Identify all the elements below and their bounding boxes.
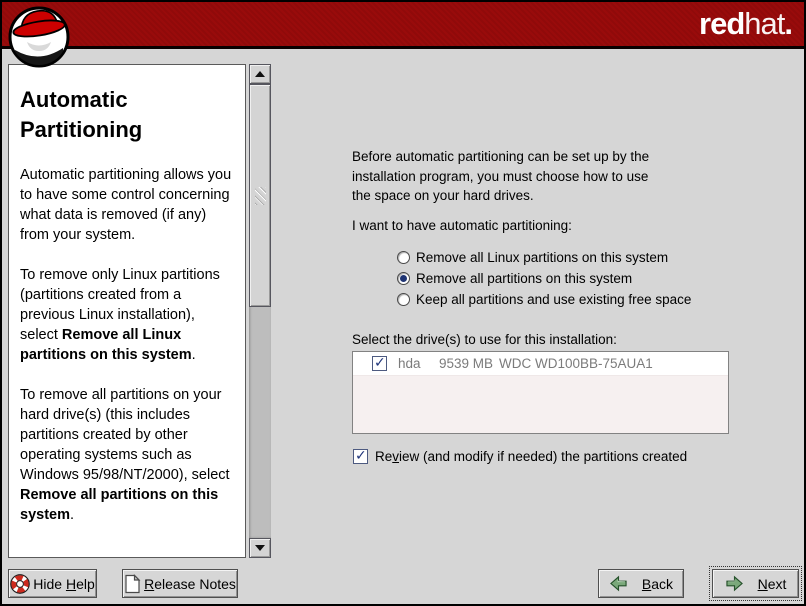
partitioning-prompt: I want to have automatic partitioning: xyxy=(352,218,572,233)
radio-remove-all-partitions[interactable]: Remove all partitions on this system xyxy=(397,268,691,289)
intro-text: Before automatic partitioning can be set… xyxy=(352,147,649,206)
radio-button[interactable] xyxy=(397,272,410,285)
drive-model: WDC WD100BB-75AUA1 xyxy=(499,356,653,371)
help-paragraph-3: To remove all partitions on your hard dr… xyxy=(20,385,235,525)
drive-list: hda 9539 MB WDC WD100BB-75AUA1 xyxy=(352,351,729,434)
help-paragraph-1: Automatic partitioning allows you to hav… xyxy=(20,165,235,245)
review-checkbox-row[interactable]: Review (and modify if needed) the partit… xyxy=(353,449,687,464)
arrow-right-icon xyxy=(725,575,744,592)
drive-name: hda xyxy=(398,356,439,371)
redhat-shadowman-logo xyxy=(7,4,71,68)
help-scrollbar xyxy=(249,64,271,558)
scroll-down-button[interactable] xyxy=(249,538,271,558)
drive-row-hda[interactable]: hda 9539 MB WDC WD100BB-75AUA1 xyxy=(353,352,728,376)
scrollbar-thumb[interactable] xyxy=(249,84,271,307)
document-icon xyxy=(124,574,141,594)
help-paragraph-2: To remove only Linux partitions (partiti… xyxy=(20,265,235,365)
thumb-grip-icon xyxy=(255,187,266,205)
next-button[interactable]: Next xyxy=(712,569,799,598)
radio-label: Remove all Linux partitions on this syst… xyxy=(416,250,668,265)
hide-help-button[interactable]: Hide Help xyxy=(8,569,97,598)
arrow-left-icon xyxy=(609,575,628,592)
wordmark-red: red xyxy=(699,6,744,41)
radio-label: Keep all partitions and use existing fre… xyxy=(416,292,691,307)
drive-select-label: Select the drive(s) to use for this inst… xyxy=(352,332,617,347)
help-panel: Automatic Partitioning Automatic partiti… xyxy=(8,64,246,558)
radio-button[interactable] xyxy=(397,251,410,264)
radio-button[interactable] xyxy=(397,293,410,306)
hide-help-label: Hide Help xyxy=(33,576,95,592)
back-button[interactable]: Back xyxy=(598,569,684,598)
wordmark-hat: hat xyxy=(744,6,784,41)
scroll-up-button[interactable] xyxy=(249,64,271,84)
radio-keep-all-partitions[interactable]: Keep all partitions and use existing fre… xyxy=(397,289,691,310)
installer-window: redhat. Automatic Partitioning Automatic… xyxy=(0,0,806,606)
wordmark-period: . xyxy=(784,6,792,41)
release-notes-label: Release Notes xyxy=(144,576,236,592)
radio-label: Remove all partitions on this system xyxy=(416,271,632,286)
redhat-wordmark: redhat. xyxy=(699,7,792,41)
back-label: Back xyxy=(642,576,673,592)
radio-remove-linux-partitions[interactable]: Remove all Linux partitions on this syst… xyxy=(397,247,691,268)
arrow-up-icon xyxy=(255,71,265,77)
help-title: Automatic Partitioning xyxy=(20,85,235,145)
scrollbar-track[interactable] xyxy=(249,84,271,538)
review-label: Review (and modify if needed) the partit… xyxy=(375,449,687,464)
drive-size: 9539 MB xyxy=(439,356,499,371)
partitioning-radio-group: Remove all Linux partitions on this syst… xyxy=(397,247,691,310)
arrow-down-icon xyxy=(255,545,265,551)
next-label: Next xyxy=(758,576,787,592)
review-checkbox[interactable] xyxy=(353,449,368,464)
top-banner: redhat. xyxy=(2,2,804,49)
drive-checkbox[interactable] xyxy=(372,356,387,371)
lifebuoy-icon xyxy=(10,574,30,594)
release-notes-button[interactable]: Release Notes xyxy=(122,569,238,598)
